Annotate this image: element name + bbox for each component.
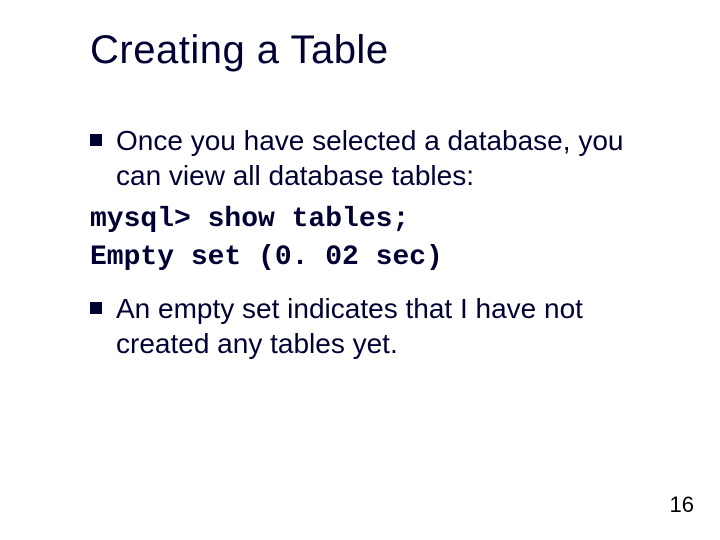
bullet-text: An empty set indicates that I have not c… xyxy=(116,291,660,361)
bullet-marker-icon xyxy=(90,302,102,314)
slide: Creating a Table Once you have selected … xyxy=(0,0,720,540)
slide-title: Creating a Table xyxy=(90,28,660,73)
bullet-item: An empty set indicates that I have not c… xyxy=(90,291,660,361)
bullet-item: Once you have selected a database, you c… xyxy=(90,123,660,193)
bullet-text: Once you have selected a database, you c… xyxy=(116,123,660,193)
bullet-marker-icon xyxy=(90,134,102,146)
code-line: mysql> show tables; xyxy=(90,201,660,239)
page-number: 16 xyxy=(670,492,694,518)
code-block: mysql> show tables; Empty set (0. 02 sec… xyxy=(90,201,660,277)
slide-body: Once you have selected a database, you c… xyxy=(90,123,660,361)
code-line: Empty set (0. 02 sec) xyxy=(90,239,660,277)
